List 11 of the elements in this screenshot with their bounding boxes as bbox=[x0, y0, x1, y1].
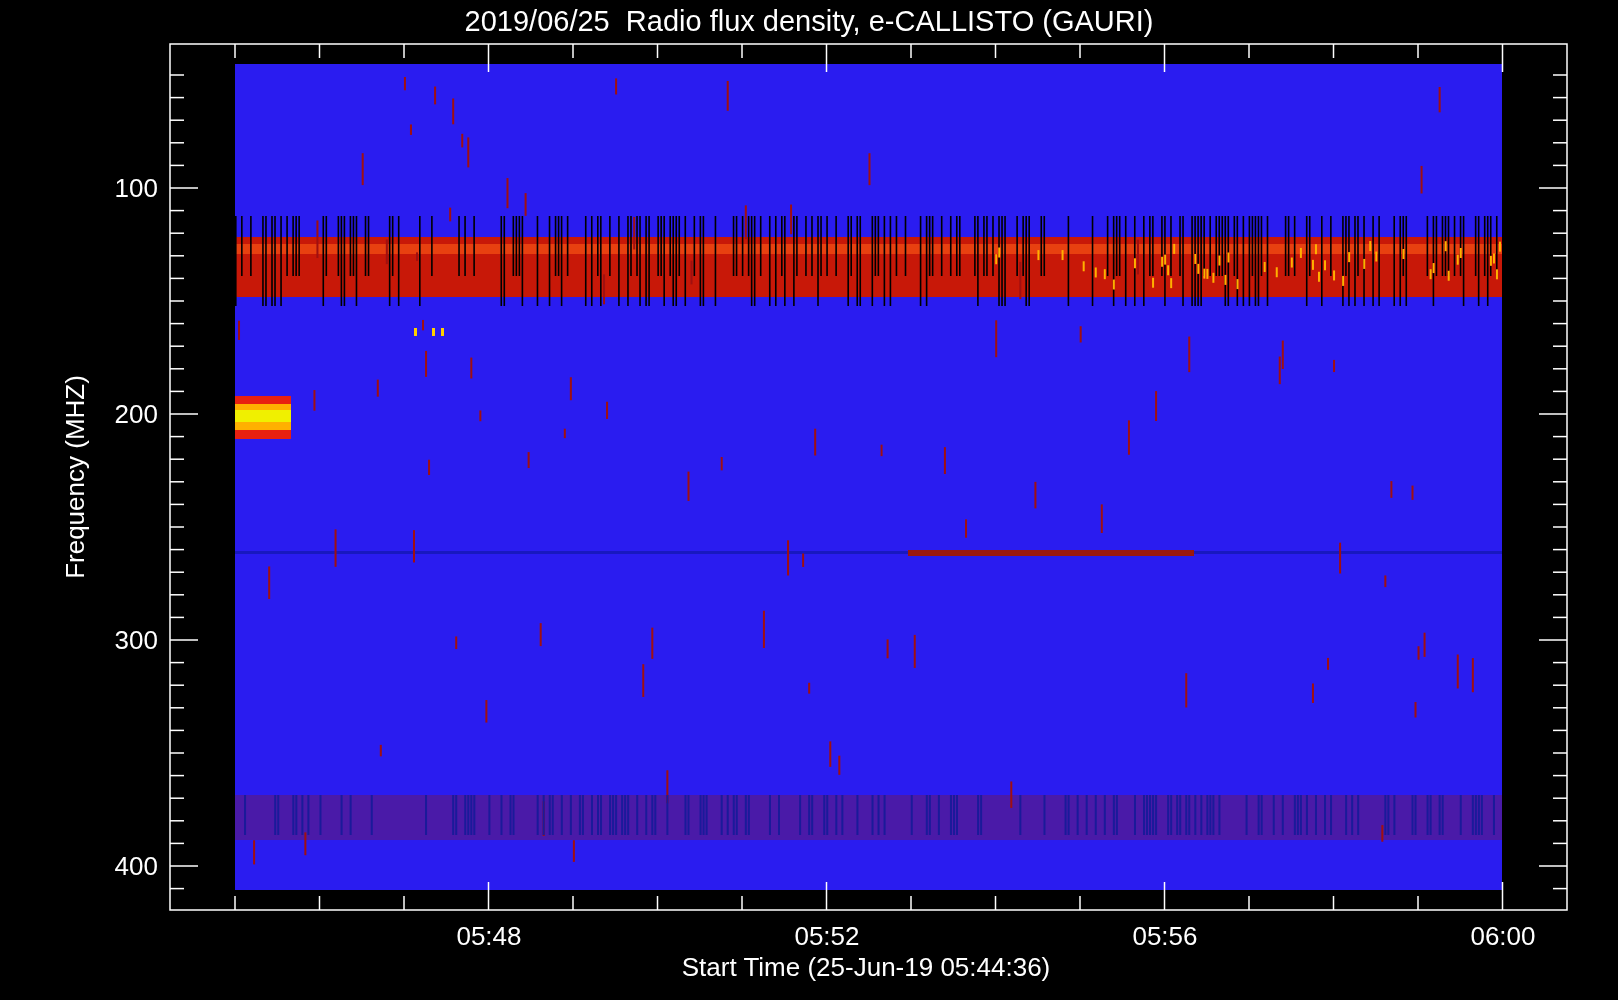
x-tick-label: 05:52 bbox=[794, 921, 860, 951]
y-tick-label: 400 bbox=[114, 851, 158, 881]
x-tick-label: 05:56 bbox=[1132, 921, 1198, 951]
chart-title: 2019/06/25 Radio flux density, e-CALLISTO (GAURI) bbox=[464, 5, 1154, 37]
x-tick-label: 06:00 bbox=[1470, 921, 1536, 951]
y-axis-label: Frequency (MHZ) bbox=[60, 375, 90, 579]
y-tick-label: 100 bbox=[114, 173, 158, 203]
y-tick-label: 200 bbox=[114, 399, 158, 429]
x-tick-label: 05:48 bbox=[456, 921, 522, 951]
x-axis-label: Start Time (25-Jun-19 05:44:36) bbox=[681, 952, 1051, 982]
y-tick-label: 300 bbox=[114, 625, 158, 655]
